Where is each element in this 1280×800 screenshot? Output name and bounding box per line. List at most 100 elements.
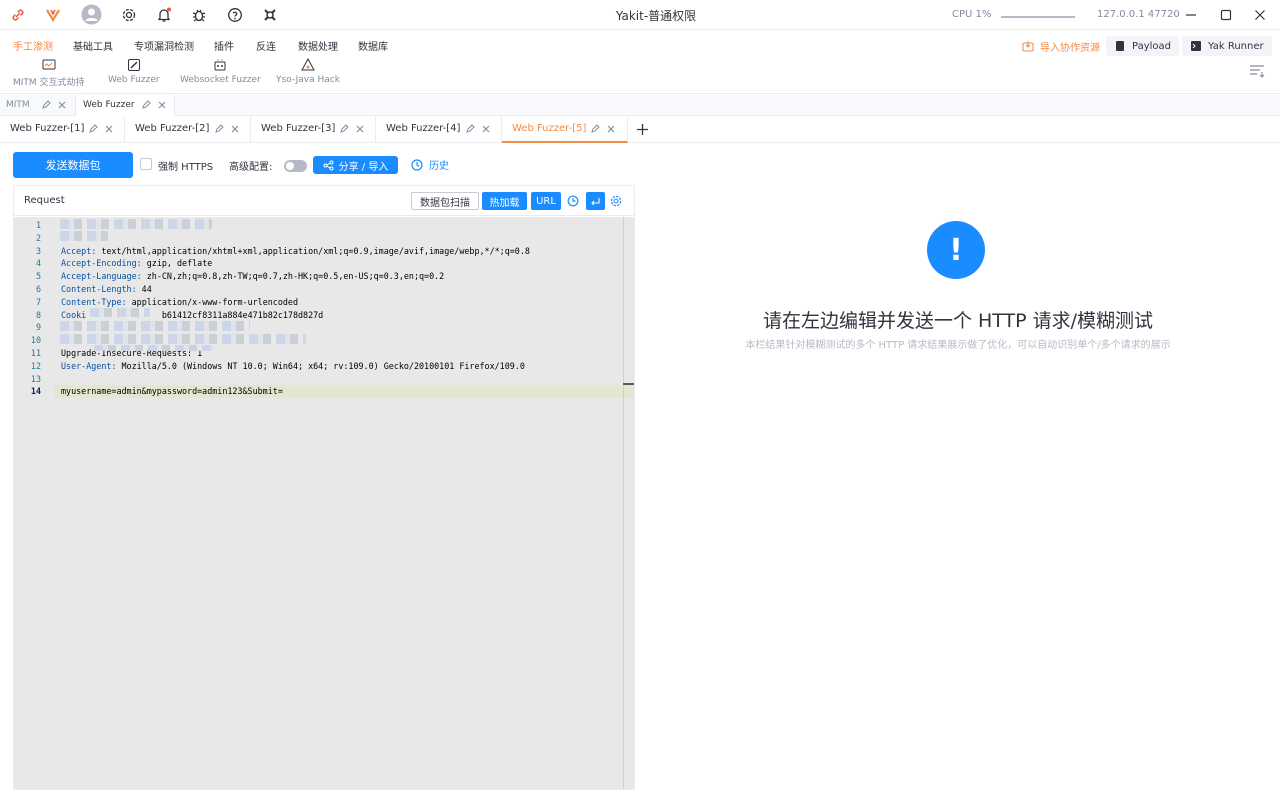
- packet-scan-button[interactable]: 数据包扫描: [411, 192, 479, 210]
- share-import-label: 分享 / 导入: [338, 161, 389, 173]
- main-menu: 手工渗测 基础工具 专项漏洞检测 插件 反连 数据处理 数据库 MITM 交互式…: [0, 30, 1280, 94]
- close-icon: [158, 101, 166, 109]
- header-key: User-Agent:: [61, 360, 117, 371]
- line-number: 5: [35, 271, 41, 282]
- tab-fuzzer-4[interactable]: Web Fuzzer-[4]: [376, 116, 502, 143]
- minimize-button[interactable]: [1182, 6, 1200, 24]
- cpu-graph: [1001, 16, 1075, 18]
- tab-fuzzer-5-label: Web Fuzzer-[5]: [512, 123, 587, 134]
- sub-websocket-fuzzer-label: Websocket Fuzzer: [180, 75, 261, 85]
- tab-web-fuzzer-label: Web Fuzzer: [83, 100, 135, 110]
- import-resources-button[interactable]: 导入协作资源: [1014, 36, 1108, 56]
- tab-fuzzer-1[interactable]: Web Fuzzer-[1]: [0, 116, 125, 143]
- force-https-checkbox[interactable]: [140, 158, 152, 170]
- history-button[interactable]: 历史: [411, 157, 449, 172]
- header-key: Accept-Language:: [61, 271, 142, 282]
- line-number: 13: [30, 373, 41, 384]
- import-icon: [1022, 41, 1034, 52]
- menu-basic-tools[interactable]: 基础工具: [73, 38, 113, 53]
- menu-plugins[interactable]: 插件: [214, 38, 234, 53]
- sub-yso-label: Yso-Java Hack: [276, 75, 340, 85]
- header-key: Cooki: [61, 309, 87, 320]
- collapse-menu-icon[interactable]: [1249, 64, 1265, 78]
- payload-button[interactable]: Payload: [1106, 36, 1179, 56]
- edit-icon: [466, 124, 475, 133]
- payload-label: Payload: [1132, 40, 1171, 52]
- code-line: Accept: text/html,application/xhtml+xml,…: [61, 246, 530, 256]
- line-number: 10: [30, 335, 41, 346]
- tab-fuzzer-3[interactable]: Web Fuzzer-[3]: [251, 116, 376, 143]
- redacted-text: [60, 231, 108, 241]
- close-icon: [105, 125, 113, 133]
- cpu-usage: CPU 1%: [952, 9, 992, 20]
- yak-runner-label: Yak Runner: [1208, 40, 1264, 52]
- menu-data-processing[interactable]: 数据处理: [298, 38, 338, 53]
- menu-manual-pentest[interactable]: 手工渗测: [13, 38, 53, 53]
- url-button[interactable]: URL: [531, 192, 561, 210]
- tab-fuzzer-5[interactable]: Web Fuzzer-[5]: [502, 116, 628, 143]
- header-key: Content-Length:: [61, 284, 137, 294]
- request-title: Request: [24, 195, 65, 206]
- line-number: 2: [35, 232, 41, 243]
- line-number: 8: [35, 309, 41, 320]
- fuzzer-tabs: Web Fuzzer-[1] Web Fuzzer-[2] Web Fuzzer…: [0, 116, 1280, 143]
- edit-icon: [89, 124, 98, 133]
- line-number: 3: [35, 245, 41, 256]
- payload-icon: [1116, 41, 1124, 51]
- code-line: User-Agent: Mozilla/5.0 (Windows NT 10.0…: [61, 361, 525, 371]
- header-value: zh-CN,zh;q=0.8,zh-TW;q=0.7,zh-HK;q=0.5,e…: [141, 271, 445, 282]
- close-icon: [231, 125, 239, 133]
- tab-mitm-label: MITM: [6, 100, 30, 110]
- newline-toggle-button[interactable]: [586, 192, 605, 210]
- advanced-config-label: 高级配置:: [229, 162, 273, 173]
- websocket-icon: [213, 58, 227, 72]
- tab-fuzzer-2-label: Web Fuzzer-[2]: [135, 123, 210, 134]
- mitm-icon: [42, 58, 56, 72]
- send-request-button[interactable]: 发送数据包: [13, 152, 133, 178]
- title-bar: Yakit-普通权限 CPU 1% 127.0.0.1 47720: [0, 0, 1280, 30]
- tab-fuzzer-2[interactable]: Web Fuzzer-[2]: [125, 116, 251, 143]
- history-label: 历史: [429, 161, 449, 172]
- code-line: Accept-Encoding: gzip, deflate: [61, 258, 212, 268]
- header-value: 44: [136, 284, 152, 294]
- sub-web-fuzzer[interactable]: Web Fuzzer: [108, 58, 160, 85]
- newline-icon: [591, 197, 600, 205]
- fuzzer-icon: [127, 58, 141, 72]
- menu-database[interactable]: 数据库: [358, 38, 388, 53]
- redacted-text: [60, 334, 306, 344]
- tab-mitm[interactable]: MITM: [0, 95, 75, 116]
- header-key: Accept-Encoding:: [61, 258, 142, 269]
- edit-icon: [340, 124, 349, 133]
- add-tab-button[interactable]: [636, 123, 649, 136]
- force-https-label: 强制 HTTPS: [158, 162, 214, 173]
- sub-yso-java-hack[interactable]: Yso-Java Hack: [276, 58, 340, 85]
- redacted-text: [94, 345, 214, 351]
- hot-reload-button[interactable]: 热加载: [482, 192, 527, 210]
- close-icon: [356, 125, 364, 133]
- request-editor[interactable]: 1 2 3 Accept: text/html,application/xhtml+x…: [14, 217, 634, 789]
- history-icon: [411, 158, 423, 171]
- edit-icon: [215, 124, 224, 133]
- sub-websocket-fuzzer[interactable]: Websocket Fuzzer: [180, 58, 261, 85]
- app-title: Yakit-普通权限: [615, 9, 697, 23]
- settings-icon[interactable]: [610, 195, 622, 207]
- yak-runner-button[interactable]: Yak Runner: [1182, 36, 1272, 56]
- line-number: 6: [35, 284, 41, 294]
- editor-scrollbar[interactable]: [623, 217, 624, 789]
- menu-reverse[interactable]: 反连: [256, 38, 276, 53]
- header-value: application/x-www-form-urlencoded: [126, 296, 298, 307]
- timer-icon[interactable]: [567, 195, 579, 207]
- header-key: Content-Type:: [61, 296, 127, 307]
- request-header: Request 数据包扫描 热加载 URL: [14, 186, 634, 216]
- advanced-config-toggle[interactable]: [284, 160, 307, 172]
- line-number: 4: [35, 258, 41, 269]
- sub-mitm[interactable]: MITM 交互式劫持: [13, 58, 85, 88]
- menu-vuln-detection[interactable]: 专项漏洞检测: [134, 38, 194, 53]
- tab-web-fuzzer[interactable]: Web Fuzzer: [75, 95, 175, 116]
- tab-fuzzer-3-label: Web Fuzzer-[3]: [261, 123, 336, 134]
- share-import-button[interactable]: 分享 / 导入: [313, 156, 398, 174]
- header-value: gzip, deflate: [141, 258, 213, 269]
- close-button[interactable]: [1251, 6, 1269, 24]
- java-icon: [301, 58, 315, 72]
- maximize-button[interactable]: [1217, 6, 1235, 24]
